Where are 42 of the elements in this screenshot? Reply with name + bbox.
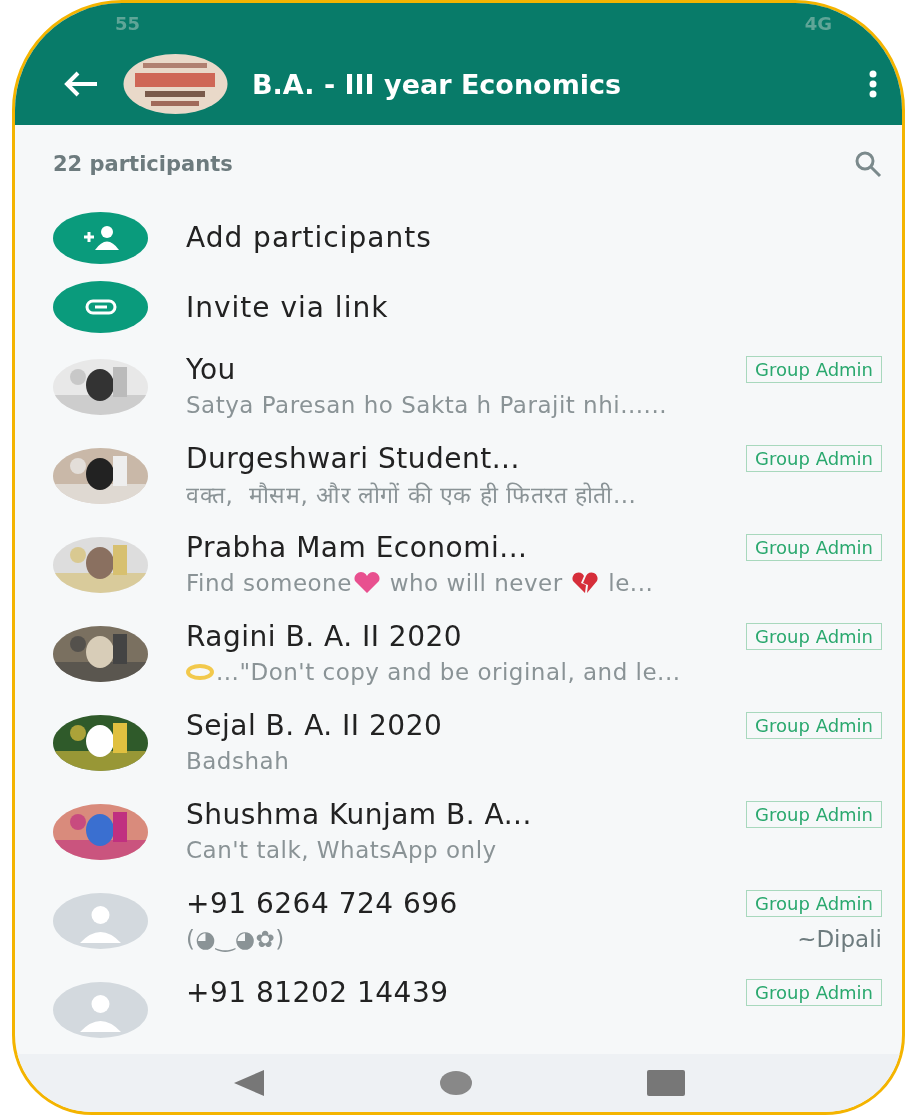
ring-icon — [186, 662, 216, 682]
default-avatar-icon — [53, 981, 148, 1038]
member-name: Ragini B. A. II 2020 — [186, 620, 463, 653]
member-name: +91 81202 14439 — [186, 976, 449, 1009]
participants-count: 22 participants — [53, 152, 233, 177]
status-time: 55 — [115, 12, 141, 34]
more-options-icon[interactable] — [868, 70, 878, 98]
group-title: B.A. - III year Economics — [252, 68, 623, 100]
admin-badge: Group Admin — [746, 623, 882, 650]
default-avatar-icon — [53, 892, 148, 949]
network-indicator: 4G — [804, 12, 832, 34]
admin-badge: Group Admin — [746, 534, 882, 561]
admin-badge: Group Admin — [746, 979, 882, 1006]
search-icon[interactable] — [854, 150, 882, 179]
admin-badge: Group Admin — [746, 890, 882, 917]
member-name: Prabha Mam Economi... — [186, 531, 528, 564]
admin-badge: Group Admin — [746, 445, 882, 472]
member-name: +91 6264 724 696 — [186, 887, 458, 920]
member-name: Durgeshwari Student... — [186, 442, 520, 475]
admin-badge: Group Admin — [746, 801, 882, 828]
admin-badge: Group Admin — [746, 712, 882, 739]
member-status: ..."Don't copy and be original, and le... — [216, 659, 681, 685]
home-circle-icon[interactable] — [439, 1070, 474, 1096]
member-status: who will never — [388, 570, 564, 596]
member-name: Shushma Kunjam B. A... — [186, 798, 532, 831]
member-status: Can't talk, WhatsApp only — [186, 837, 497, 863]
heart-icon — [351, 571, 382, 595]
member-status: Find someone — [186, 570, 352, 596]
admin-badge: Group Admin — [746, 356, 882, 383]
member-status: वक्त, मौसम, और लोगों की एक ही फितरत होती... — [186, 481, 637, 510]
member-status: Satya Paresan ho Sakta h Parajit nhi...... — [186, 392, 667, 418]
broken-heart-icon — [570, 571, 601, 595]
member-status: (◕‿◕✿) — [186, 926, 285, 952]
member-alias: ~Dipali — [797, 926, 882, 952]
action-label[interactable]: Invite via link — [186, 290, 389, 324]
member-status: Badshah — [186, 748, 290, 774]
recents-square-icon[interactable] — [647, 1070, 686, 1096]
member-name: Sejal B. A. II 2020 — [186, 709, 443, 742]
member-name: You — [186, 353, 236, 386]
member-status: le... — [607, 570, 654, 596]
action-label[interactable]: Add participants — [186, 221, 432, 255]
back-arrow-icon[interactable] — [63, 70, 99, 98]
